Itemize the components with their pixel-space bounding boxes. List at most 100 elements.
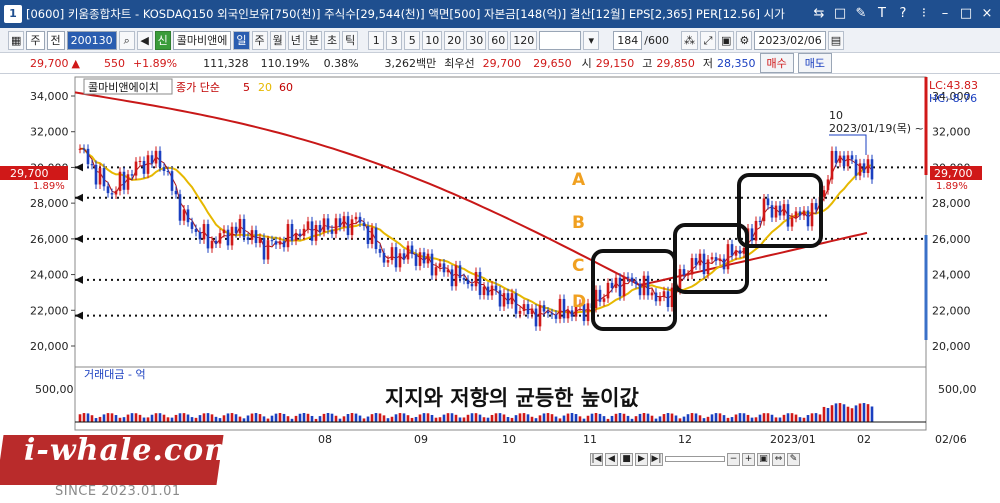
level-label-a: A: [572, 170, 586, 190]
indicator-icon[interactable]: ⁂: [680, 30, 698, 50]
volume-bar: [462, 417, 466, 422]
candle-body: [478, 271, 482, 296]
scroll-left-icon[interactable]: ◀: [605, 452, 618, 466]
zoom-out-icon[interactable]: −: [727, 452, 740, 466]
calendar-icon[interactable]: ▤: [827, 30, 845, 50]
chevron-down-icon[interactable]: ▾: [583, 30, 600, 50]
chart-nav-toolbar: |◀ ◀ ■ ▶ ▶| − + ▣ ⇔ ✎: [590, 451, 800, 467]
period-week-button[interactable]: 주: [251, 30, 268, 50]
minute-20-button[interactable]: 20: [444, 30, 465, 50]
volume-bar: [410, 417, 414, 422]
signal-button[interactable]: 신: [154, 30, 171, 50]
minute-5-button[interactable]: 5: [404, 30, 421, 50]
scroll-first-icon[interactable]: |◀: [590, 452, 603, 466]
volume-bar: [230, 413, 234, 422]
volume-bar: [530, 416, 534, 422]
volume-bar: [774, 417, 778, 422]
candle-body: [614, 277, 618, 289]
sell-button[interactable]: 매도: [797, 53, 833, 73]
period-second-button[interactable]: 초: [324, 30, 341, 50]
candle-body: [138, 161, 142, 163]
volume-bar: [414, 416, 418, 422]
candle-body: [618, 277, 622, 297]
help-icon[interactable]: ?: [894, 5, 912, 23]
date-input[interactable]: 2023/02/06: [754, 30, 826, 50]
save-icon[interactable]: ▣: [717, 30, 735, 50]
text-icon[interactable]: T: [873, 5, 891, 23]
period-minute-button[interactable]: 분: [305, 30, 323, 50]
scroll-right-icon[interactable]: ▶: [635, 452, 648, 466]
volume-bar: [138, 414, 142, 422]
volume-bar: [82, 413, 86, 422]
candle-body: [766, 198, 770, 206]
period-year-button[interactable]: 년: [287, 30, 304, 50]
volume-bar: [554, 416, 558, 422]
search-icon[interactable]: ⌕: [118, 30, 135, 50]
candle-body: [306, 221, 310, 229]
compare-icon[interactable]: ⤢: [699, 30, 716, 50]
edit-icon[interactable]: ✎: [852, 5, 870, 23]
x-label-02: 02: [857, 433, 871, 446]
candle-body: [394, 247, 398, 268]
scroll-track[interactable]: [665, 456, 725, 462]
maximize-button[interactable]: □: [957, 5, 975, 23]
zoom-in-icon[interactable]: +: [742, 452, 755, 466]
candle-body: [802, 210, 806, 216]
bar-count-input[interactable]: 184: [613, 30, 643, 50]
volume-bar: [310, 415, 314, 422]
minute-3-button[interactable]: 3: [386, 30, 403, 50]
minute-10-button[interactable]: 10: [422, 30, 443, 50]
volume-bar: [842, 404, 846, 422]
screen-icon[interactable]: □: [831, 5, 849, 23]
minute-60-button[interactable]: 60: [488, 30, 509, 50]
trade-amount: 3,262백만: [384, 57, 437, 70]
window-number: 1: [4, 5, 22, 23]
volume-bar: [278, 413, 282, 422]
price-pane: [74, 76, 927, 368]
high-label: 고: [642, 57, 653, 70]
candle-body: [838, 155, 842, 163]
candle-body: [118, 171, 122, 191]
stock-name-field: 콜마비앤에: [172, 30, 232, 50]
volume-bar: [402, 413, 406, 422]
close-button[interactable]: ×: [978, 5, 996, 23]
sound-icon[interactable]: ◀: [136, 30, 153, 50]
minute-120-button[interactable]: 120: [510, 30, 538, 50]
candle-body: [86, 148, 90, 165]
minimize-button[interactable]: –: [936, 5, 954, 23]
buy-button[interactable]: 매수: [759, 53, 794, 73]
period-month-button[interactable]: 월: [269, 30, 286, 50]
link-icon[interactable]: ⇆: [810, 5, 828, 23]
candle-body: [462, 278, 466, 280]
scroll-last-icon[interactable]: ▶|: [650, 452, 663, 466]
tool-icon[interactable]: ✎: [787, 452, 800, 466]
candle-body: [146, 155, 150, 174]
volume-bar: [786, 413, 790, 422]
menu-icon[interactable]: ⁝: [915, 5, 933, 23]
minute-1-button[interactable]: 1: [368, 30, 385, 50]
volume-bar: [78, 414, 82, 422]
stock-code-input[interactable]: 200130: [66, 30, 117, 50]
settings-icon[interactable]: ⚙: [736, 30, 753, 50]
period-tick-button[interactable]: 틱: [342, 30, 359, 50]
volume-bar: [730, 417, 734, 422]
period-select[interactable]: 주: [26, 30, 45, 50]
volume-bar: [834, 403, 838, 422]
volume-bar: [802, 417, 806, 422]
volume-bar: [758, 414, 762, 422]
fit-icon[interactable]: ⇔: [772, 452, 785, 466]
minute-30-button[interactable]: 30: [466, 30, 487, 50]
candle-body: [434, 267, 438, 276]
grid-icon[interactable]: ▦: [8, 30, 25, 50]
candle-body: [870, 159, 874, 180]
candle-body: [554, 314, 558, 319]
candle-body: [402, 253, 406, 260]
custom-interval-input[interactable]: [539, 30, 582, 50]
view-icon[interactable]: ▣: [757, 452, 770, 466]
market-select[interactable]: 전: [46, 30, 65, 50]
candle-body: [778, 205, 782, 216]
volume-bar: [618, 413, 622, 422]
period-day-button[interactable]: 일: [233, 30, 250, 50]
pause-icon[interactable]: ■: [620, 452, 633, 466]
volume-bar: [710, 414, 714, 422]
